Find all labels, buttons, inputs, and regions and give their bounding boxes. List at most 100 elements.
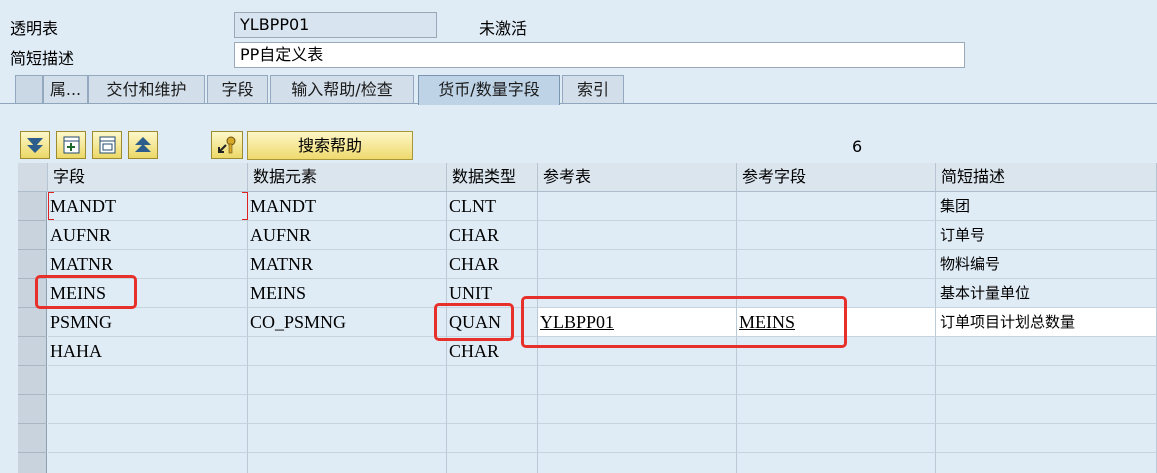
cell-short-description[interactable] [936,453,1157,473]
cell-data-element[interactable] [248,366,447,395]
cell-reference-table[interactable] [538,279,737,308]
table-row[interactable]: MEINS MEINS UNIT 基本计量单位 [18,279,1157,308]
tab-attributes[interactable]: 属... [43,75,88,105]
cell-reference-table[interactable] [538,250,737,279]
delete-row-button[interactable] [92,131,122,159]
cell-short-description[interactable]: 基本计量单位 [936,279,1157,308]
cell-reference-field[interactable] [737,337,936,366]
tab-delivery-maintenance[interactable]: 交付和维护 [88,75,205,105]
table-row[interactable]: HAHA CHAR [18,337,1157,366]
column-header-short-description[interactable]: 简短描述 [936,163,1157,192]
cell-field[interactable] [48,395,248,424]
tab-indexes[interactable]: 索引 [562,75,624,105]
cell-data-element[interactable] [248,337,447,366]
table-row[interactable]: PSMNG CO_PSMNG QUAN YLBPP01 MEINS 订单项目计划总数量 [18,308,1157,337]
cell-data-element[interactable]: AUFNR [248,221,447,250]
row-selector[interactable] [18,453,47,473]
column-header-field[interactable]: 字段 [48,163,248,192]
cell-reference-field[interactable] [737,279,936,308]
cell-field[interactable] [48,453,248,473]
cell-data-element[interactable] [248,453,447,473]
row-selector[interactable] [18,250,47,279]
cell-data-type[interactable]: UNIT [447,279,538,308]
cell-reference-field[interactable] [737,424,936,453]
table-row[interactable]: MATNR MATNR CHAR 物料编号 [18,250,1157,279]
table-row[interactable] [18,424,1157,453]
cell-data-type[interactable] [447,453,538,473]
row-selector[interactable] [18,366,47,395]
row-selector[interactable] [18,337,47,366]
table-row[interactable] [18,366,1157,395]
short-description-field[interactable]: PP自定义表 [234,42,965,68]
cell-reference-field[interactable] [737,395,936,424]
cell-reference-field[interactable] [737,250,936,279]
cell-short-description[interactable]: 订单项目计划总数量 [936,308,1157,337]
cell-data-type[interactable]: QUAN [447,308,538,337]
collapse-button[interactable] [128,131,158,159]
cell-reference-field[interactable] [737,366,936,395]
table-row[interactable]: AUFNR AUFNR CHAR 订单号 [18,221,1157,250]
row-selector[interactable] [18,221,47,250]
cell-short-description[interactable] [936,424,1157,453]
cell-reference-table[interactable] [538,192,737,221]
cell-reference-field[interactable] [737,221,936,250]
choose-key-button[interactable] [211,131,243,159]
cell-field[interactable] [48,424,248,453]
cell-reference-field[interactable] [737,453,936,473]
cell-short-description[interactable]: 订单号 [936,221,1157,250]
cell-field[interactable] [48,366,248,395]
table-name-field[interactable]: YLBPP01 [234,12,437,38]
cell-data-element[interactable]: MANDT [248,192,447,221]
cell-data-type[interactable] [447,424,538,453]
cell-data-type[interactable] [447,366,538,395]
cell-short-description[interactable]: 集团 [936,192,1157,221]
cell-reference-field[interactable] [737,192,936,221]
cell-short-description[interactable] [936,366,1157,395]
cell-data-element[interactable]: MATNR [248,250,447,279]
select-all-corner[interactable] [18,163,48,192]
cell-data-element[interactable] [248,424,447,453]
cell-field[interactable]: HAHA [48,337,248,366]
row-selector[interactable] [18,424,47,453]
column-header-data-type[interactable]: 数据类型 [447,163,538,192]
cell-short-description[interactable] [936,337,1157,366]
table-row[interactable]: MANDT MANDT CLNT 集团 [18,192,1157,221]
column-header-reference-table[interactable]: 参考表 [538,163,737,192]
cell-field[interactable]: MATNR [48,250,248,279]
row-selector[interactable] [18,395,47,424]
cell-reference-field[interactable]: MEINS [737,308,936,337]
cell-field[interactable]: PSMNG [48,308,248,337]
cell-field[interactable]: MEINS [48,279,248,308]
cell-reference-table[interactable] [538,424,737,453]
tab-input-help-check[interactable]: 输入帮助/检查 [270,75,414,105]
cell-data-type[interactable] [447,395,538,424]
cell-data-element[interactable] [248,395,447,424]
cell-reference-table[interactable] [538,395,737,424]
insert-row-button[interactable] [56,131,86,159]
column-header-reference-field[interactable]: 参考字段 [737,163,936,192]
cell-data-type[interactable]: CLNT [447,192,538,221]
row-selector[interactable] [18,192,47,221]
cell-reference-table[interactable] [538,453,737,473]
cell-data-type[interactable]: CHAR [447,337,538,366]
cell-short-description[interactable] [936,395,1157,424]
table-row[interactable] [18,453,1157,473]
cell-reference-table[interactable] [538,366,737,395]
cell-reference-table[interactable]: YLBPP01 [538,308,737,337]
table-row[interactable] [18,395,1157,424]
tab-scroll-left[interactable] [15,75,43,105]
expand-all-button[interactable] [20,131,50,159]
tab-currency-quantity-fields[interactable]: 货币/数量字段 [418,75,560,105]
cell-reference-table[interactable] [538,221,737,250]
column-header-data-element[interactable]: 数据元素 [248,163,447,192]
cell-data-type[interactable]: CHAR [447,250,538,279]
cell-data-element[interactable]: CO_PSMNG [248,308,447,337]
cell-reference-table[interactable] [538,337,737,366]
search-help-button[interactable]: 搜索帮助 [247,131,413,160]
cell-field[interactable]: AUFNR [48,221,248,250]
tab-fields[interactable]: 字段 [207,75,268,105]
cell-short-description[interactable]: 物料编号 [936,250,1157,279]
cell-data-type[interactable]: CHAR [447,221,538,250]
row-selector[interactable] [18,308,47,337]
cell-data-element[interactable]: MEINS [248,279,447,308]
